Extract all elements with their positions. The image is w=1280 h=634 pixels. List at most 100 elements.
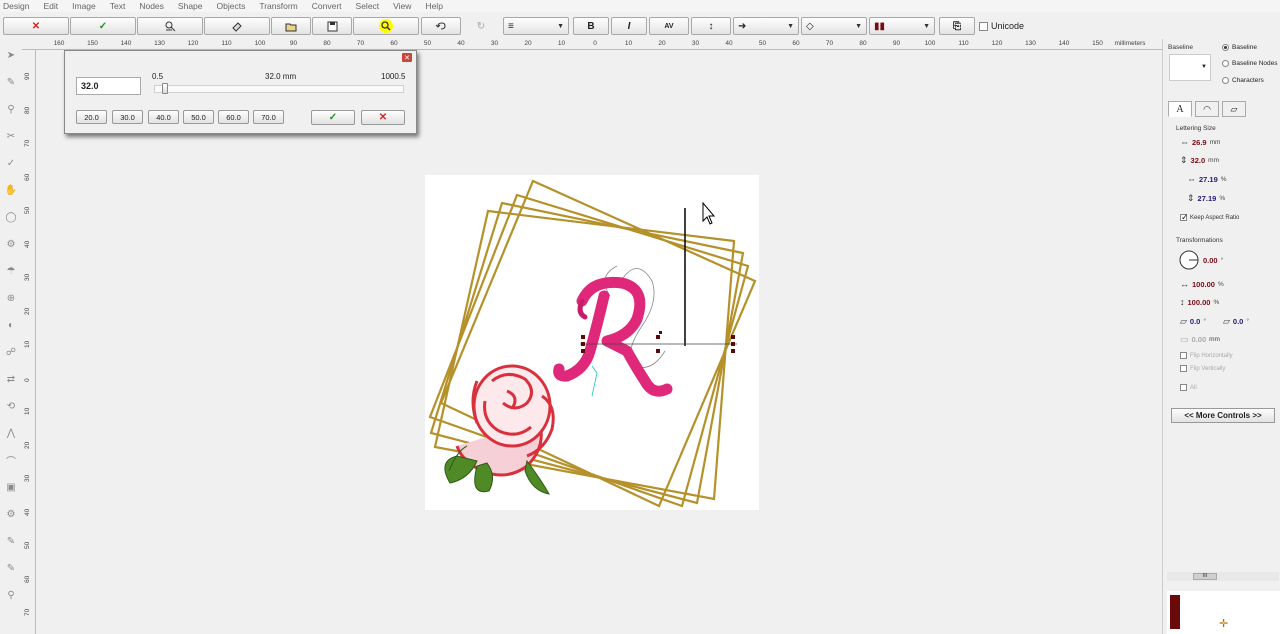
- stitch-type-select[interactable]: ▮▮ ▼: [869, 17, 935, 35]
- preset-button[interactable]: 40.0: [148, 110, 179, 124]
- alignment-select[interactable]: ≡ ▼: [503, 17, 569, 35]
- check-icon[interactable]: ✓: [5, 157, 17, 169]
- save-button[interactable]: [312, 17, 352, 35]
- circle-icon[interactable]: ◯: [5, 211, 17, 223]
- peak-icon[interactable]: ⋀: [5, 427, 17, 439]
- menu-image[interactable]: Image: [72, 1, 96, 11]
- preset-button[interactable]: 50.0: [183, 110, 214, 124]
- bold-button[interactable]: B: [573, 17, 609, 35]
- gear-icon[interactable]: ⚙: [5, 508, 17, 520]
- tab-transform[interactable]: ◠: [1195, 101, 1219, 117]
- menu-design[interactable]: Design: [3, 1, 29, 11]
- zoom-icon[interactable]: ⚲: [5, 103, 17, 115]
- menu-edit[interactable]: Edit: [43, 1, 58, 11]
- cancel-button[interactable]: ✕: [3, 17, 69, 35]
- width-percent-row[interactable]: ⇔ 27.19%: [1187, 174, 1227, 184]
- menu-nodes[interactable]: Nodes: [139, 1, 164, 11]
- arc-icon[interactable]: ⌒: [5, 454, 17, 468]
- size-slider-track[interactable]: [154, 85, 404, 93]
- scrollbar-thumb[interactable]: III: [1193, 573, 1217, 580]
- radio-baseline-nodes[interactable]: [1222, 60, 1229, 67]
- skew-y-row[interactable]: ▱ 0.0 °: [1223, 316, 1249, 327]
- undo-button[interactable]: [421, 17, 461, 35]
- envelope-select[interactable]: ◇ ▼: [801, 17, 867, 35]
- flip-horizontally-checkbox[interactable]: Flip Horizontally: [1180, 352, 1233, 359]
- tab-text[interactable]: A: [1168, 101, 1192, 117]
- cut-icon[interactable]: ✂: [5, 130, 17, 142]
- unit-label: %: [1219, 195, 1226, 202]
- line-spacing-button[interactable]: ↕: [691, 17, 731, 35]
- menu-objects[interactable]: Objects: [217, 1, 246, 11]
- open-button[interactable]: [271, 17, 311, 35]
- flip-v-check[interactable]: [1180, 365, 1187, 372]
- select-icon[interactable]: ➤: [5, 49, 17, 61]
- menu-convert[interactable]: Convert: [312, 1, 342, 11]
- hand-icon[interactable]: ✋: [5, 184, 17, 196]
- scale-x-row[interactable]: ↔ 100.00%: [1180, 279, 1224, 289]
- size-value-input[interactable]: 32.0: [76, 77, 141, 95]
- preset-button[interactable]: 30.0: [112, 110, 143, 124]
- unicode-checkbox[interactable]: Unicode: [979, 21, 1024, 31]
- grid-icon[interactable]: ▣: [5, 481, 17, 493]
- menu-shape[interactable]: Shape: [178, 1, 203, 11]
- accept-button[interactable]: ✓: [70, 17, 136, 35]
- preset-button[interactable]: 20.0: [76, 110, 107, 124]
- menu-help[interactable]: Help: [425, 1, 442, 11]
- zoom-button[interactable]: [353, 17, 419, 35]
- cancel-icon: ✕: [31, 20, 41, 32]
- design-canvas[interactable]: [37, 51, 1161, 634]
- menu-transform[interactable]: Transform: [259, 1, 297, 11]
- scale-y-row[interactable]: ↕ 100.00%: [1180, 297, 1219, 307]
- flip-vertically-checkbox[interactable]: Flip Vertically: [1180, 365, 1225, 372]
- height-mm-value: 32.0: [1190, 156, 1206, 165]
- menu-select[interactable]: Select: [356, 1, 380, 11]
- radio-characters[interactable]: [1222, 77, 1229, 84]
- reshape-icon[interactable]: ✎: [5, 76, 17, 88]
- link-icon[interactable]: ☍: [5, 346, 17, 358]
- height-percent-row[interactable]: ⇕ 27.19%: [1187, 193, 1225, 204]
- keep-aspect-checkbox[interactable]: Keep Aspect Ratio: [1180, 212, 1239, 223]
- pencil-icon[interactable]: ✎: [5, 562, 17, 574]
- rotation-row[interactable]: 0.00 °: [1179, 250, 1223, 270]
- settings-icon[interactable]: ⚙: [5, 238, 17, 250]
- add-icon[interactable]: ⊕: [5, 292, 17, 304]
- thread-color-swatch[interactable]: [1170, 595, 1180, 629]
- width-mm-row[interactable]: ⇔ 26.9 mm: [1180, 137, 1220, 147]
- preset-button[interactable]: 60.0: [218, 110, 249, 124]
- baseline-preview[interactable]: ▼: [1169, 54, 1211, 81]
- unicode-check-box[interactable]: [979, 21, 988, 31]
- arrow-right-icon: ➜: [738, 20, 747, 32]
- flip-h-check[interactable]: [1180, 352, 1187, 359]
- dialog-cancel-button[interactable]: ✕: [361, 110, 405, 125]
- direction-select[interactable]: ➜ ▼: [733, 17, 799, 35]
- fit-text-button[interactable]: ⎘: [939, 17, 975, 35]
- menu-text[interactable]: Text: [110, 1, 126, 11]
- skew-x-row[interactable]: ▱ 0.0 °: [1180, 316, 1206, 327]
- tab-file[interactable]: ▱: [1222, 101, 1246, 117]
- rotate-icon[interactable]: ⟲: [5, 400, 17, 412]
- all-checkbox[interactable]: All: [1180, 384, 1197, 391]
- size-slider-thumb[interactable]: [161, 83, 168, 94]
- radio-baseline[interactable]: [1222, 44, 1229, 51]
- redo-button[interactable]: ↻: [463, 17, 499, 35]
- trace-button[interactable]: [137, 17, 203, 35]
- swap-icon[interactable]: ⇄: [5, 373, 17, 385]
- kerning-button[interactable]: AV: [649, 17, 689, 35]
- magnifier-icon[interactable]: ⚲: [5, 589, 17, 601]
- italic-button[interactable]: I: [611, 17, 647, 35]
- menu-view[interactable]: View: [393, 1, 411, 11]
- panel-horizontal-scrollbar[interactable]: III: [1167, 572, 1279, 581]
- pen-icon[interactable]: ✎: [5, 535, 17, 547]
- height-mm-row[interactable]: ⇕ 32.0 mm: [1180, 155, 1219, 166]
- dialog-ok-button[interactable]: ✓: [311, 110, 355, 125]
- contrast-icon[interactable]: ◐: [5, 319, 17, 331]
- ruler-tick-label: 70: [356, 40, 365, 47]
- dialog-close-button[interactable]: ✕: [402, 53, 412, 62]
- all-check[interactable]: [1180, 384, 1187, 391]
- radio-characters-label: Characters: [1232, 77, 1264, 84]
- umbrella-icon[interactable]: ☂: [5, 265, 17, 277]
- preset-button[interactable]: 70.0: [253, 110, 284, 124]
- keep-aspect-check[interactable]: [1180, 212, 1189, 223]
- eraser-button[interactable]: [204, 17, 270, 35]
- more-controls-button[interactable]: << More Controls >>: [1171, 408, 1275, 423]
